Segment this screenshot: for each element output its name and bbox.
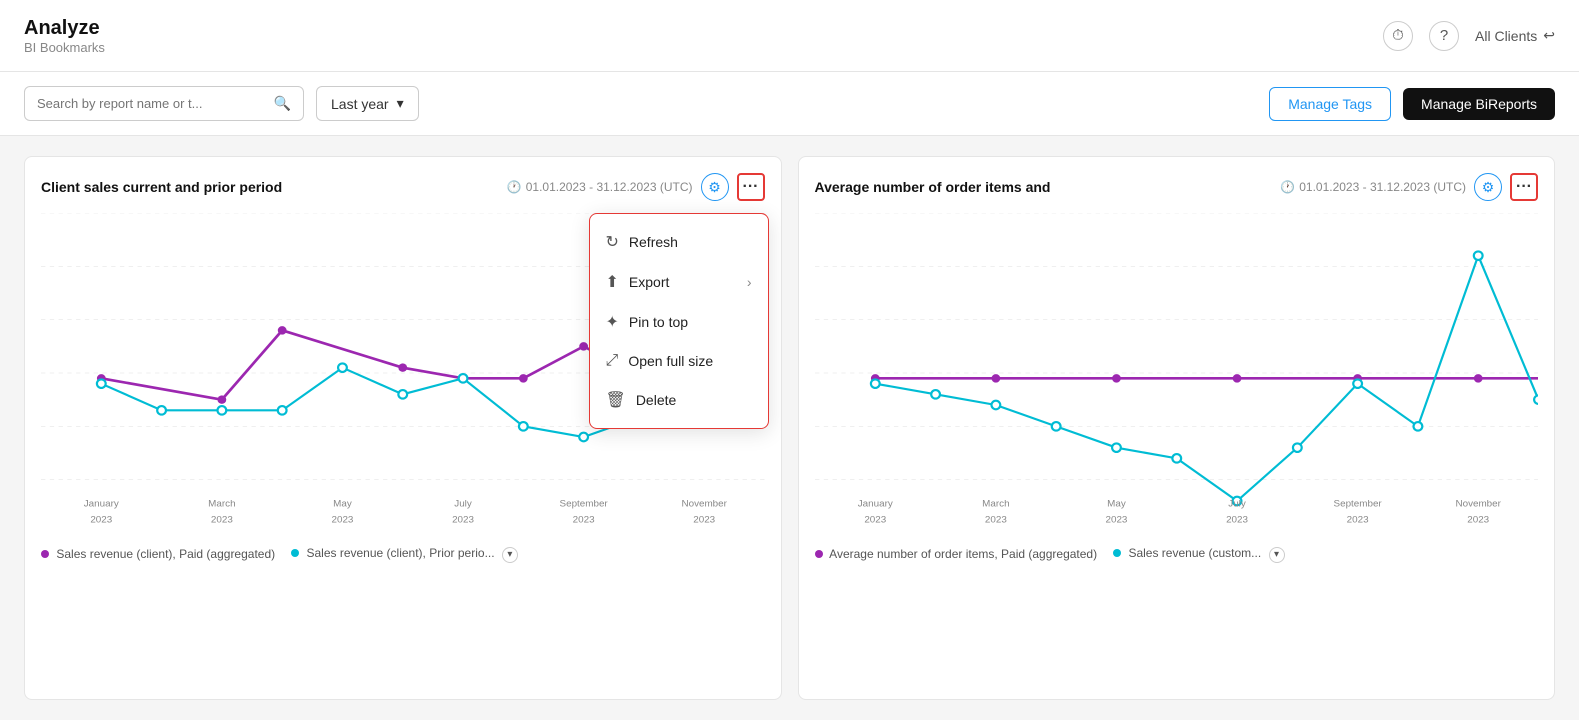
dropdown-refresh[interactable]: ↻ Refresh: [590, 222, 768, 262]
svg-text:2023: 2023: [211, 514, 233, 525]
legend-expand-icon-2[interactable]: ▾: [1269, 547, 1285, 563]
svg-text:January: January: [857, 498, 892, 509]
clock-icon-2: 🕐: [1280, 180, 1295, 194]
date-filter-dropdown[interactable]: Last year ▾: [316, 86, 419, 121]
svg-text:2023: 2023: [573, 514, 595, 525]
svg-text:July: July: [454, 498, 472, 509]
chart-card-1: Client sales current and prior period 🕐 …: [24, 156, 782, 700]
svg-text:November: November: [681, 498, 727, 509]
chart2-legend-item-1: Average number of order items, Paid (agg…: [815, 547, 1098, 561]
pin-icon: ✦: [606, 312, 619, 332]
svg-text:March: March: [208, 498, 235, 509]
clock-icon: 🕐: [507, 180, 522, 194]
svg-text:September: September: [1333, 498, 1382, 509]
date-filter-label: Last year: [331, 96, 389, 112]
chart2-settings-button[interactable]: ⚙: [1474, 173, 1502, 201]
chart2-legend-item-2: Sales revenue (custom... ▾: [1113, 546, 1284, 563]
export-icon: ⬆: [606, 272, 619, 292]
dropdown-refresh-label: Refresh: [629, 234, 678, 250]
dropdown-pin[interactable]: ✦ Pin to top: [590, 302, 768, 342]
manage-tags-button[interactable]: Manage Tags: [1269, 87, 1391, 121]
legend-expand-icon[interactable]: ▾: [502, 547, 518, 563]
svg-text:July: July: [1228, 498, 1246, 509]
chart1-legend-item-1: Sales revenue (client), Paid (aggregated…: [41, 547, 275, 561]
svg-text:2023: 2023: [331, 514, 353, 525]
export-arrow-icon: ›: [747, 274, 752, 290]
chart1-legend-item-2: Sales revenue (client), Prior perio... ▾: [291, 546, 518, 563]
app-header: Analyze BI Bookmarks ⏱ ? All Clients ↩: [0, 0, 1579, 72]
toolbar: 🔍 Last year ▾ Manage Tags Manage BiRepor…: [0, 72, 1579, 136]
all-clients-button[interactable]: All Clients ↩: [1475, 27, 1555, 44]
chart2-legend: Average number of order items, Paid (agg…: [815, 546, 1539, 563]
svg-text:January: January: [84, 498, 119, 509]
dropdown-export-label: Export: [629, 274, 669, 290]
svg-text:2023: 2023: [1105, 514, 1127, 525]
chart1-settings-button[interactable]: ⚙: [701, 173, 729, 201]
svg-text:2023: 2023: [1346, 514, 1368, 525]
legend-dot-purple-2: [815, 550, 823, 558]
chart1-date: 🕐 01.01.2023 - 31.12.2023 (UTC): [507, 180, 693, 194]
svg-text:2023: 2023: [452, 514, 474, 525]
chart2-more-button[interactable]: ···: [1510, 173, 1538, 201]
chart1-title: Client sales current and prior period: [41, 179, 499, 195]
refresh-icon: ↻: [606, 232, 619, 252]
header-brand: Analyze BI Bookmarks: [24, 17, 105, 55]
dropdown-export[interactable]: ⬆ Export ›: [590, 262, 768, 302]
app-subtitle: BI Bookmarks: [24, 40, 105, 55]
search-field[interactable]: 🔍: [24, 86, 304, 121]
svg-text:May: May: [1107, 498, 1126, 509]
chart1-header: Client sales current and prior period 🕐 …: [41, 173, 765, 201]
chart-card-2: Average number of order items and 🕐 01.0…: [798, 156, 1556, 700]
svg-text:2023: 2023: [693, 514, 715, 525]
svg-text:March: March: [982, 498, 1009, 509]
delete-icon: 🗑: [606, 390, 626, 410]
chart1-more-button[interactable]: ···: [737, 173, 765, 201]
svg-text:November: November: [1455, 498, 1501, 509]
fullsize-icon: ⤢: [606, 352, 619, 370]
chart1-legend: Sales revenue (client), Paid (aggregated…: [41, 546, 765, 563]
svg-text:2023: 2023: [90, 514, 112, 525]
dropdown-pin-label: Pin to top: [629, 314, 688, 330]
svg-text:2023: 2023: [864, 514, 886, 525]
chart2-date: 🕐 01.01.2023 - 31.12.2023 (UTC): [1280, 180, 1466, 194]
search-input[interactable]: [37, 96, 266, 111]
history-icon[interactable]: ⏱: [1383, 21, 1413, 51]
logout-icon: ↩: [1543, 27, 1555, 44]
dropdown-delete[interactable]: 🗑 Delete: [590, 380, 768, 420]
main-content: Client sales current and prior period 🕐 …: [0, 136, 1579, 720]
legend-dot-purple: [41, 550, 49, 558]
svg-text:May: May: [333, 498, 352, 509]
dropdown-fullsize-label: Open full size: [628, 353, 713, 369]
legend-dot-cyan: [291, 549, 299, 557]
svg-text:2023: 2023: [1226, 514, 1248, 525]
search-icon: 🔍: [274, 95, 291, 112]
app-title: Analyze: [24, 17, 105, 40]
help-icon[interactable]: ?: [1429, 21, 1459, 51]
chart2-header: Average number of order items and 🕐 01.0…: [815, 173, 1539, 201]
dropdown-delete-label: Delete: [636, 392, 676, 408]
header-actions: ⏱ ? All Clients ↩: [1383, 21, 1555, 51]
chart2-title: Average number of order items and: [815, 179, 1273, 195]
legend-dot-cyan-2: [1113, 549, 1121, 557]
chart1-dropdown-menu: ↻ Refresh ⬆ Export › ✦ Pin to top ⤢ Open…: [589, 213, 769, 429]
svg-text:September: September: [560, 498, 609, 509]
manage-bireports-button[interactable]: Manage BiReports: [1403, 88, 1555, 120]
svg-text:2023: 2023: [984, 514, 1006, 525]
svg-text:2023: 2023: [1467, 514, 1489, 525]
chart2-svg: €80,000,000 €75,000,000 €70,000,000 €65,…: [815, 213, 1539, 533]
all-clients-label: All Clients: [1475, 28, 1537, 44]
chevron-down-icon: ▾: [397, 95, 404, 112]
dropdown-fullsize[interactable]: ⤢ Open full size: [590, 342, 768, 380]
